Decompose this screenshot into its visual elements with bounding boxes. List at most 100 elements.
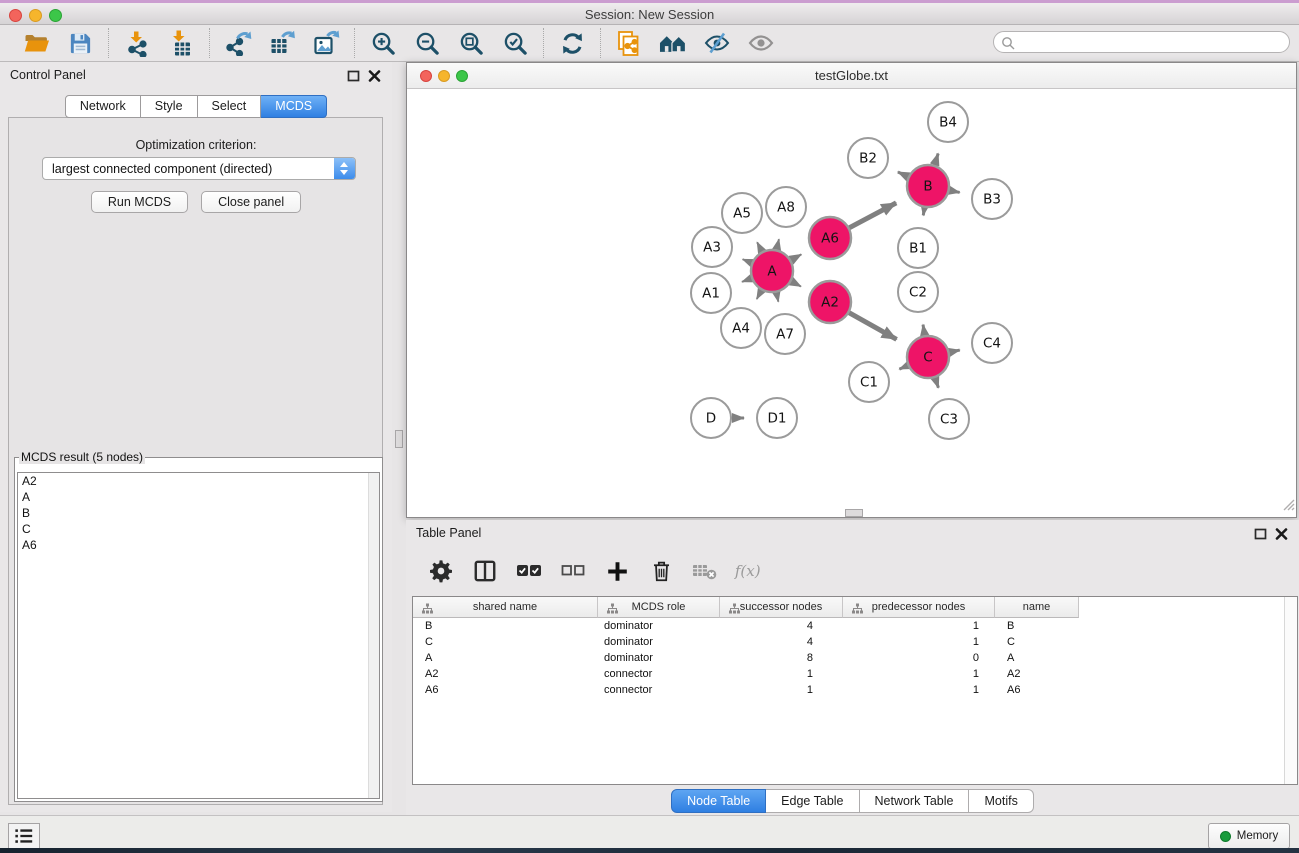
table-cell: C <box>995 634 1079 650</box>
mcds-result-item[interactable]: C <box>18 521 379 537</box>
zoom-fit-icon[interactable] <box>453 28 489 58</box>
node-B3[interactable]: B3 <box>972 179 1012 219</box>
mcds-result-item[interactable]: A <box>18 489 379 505</box>
node-A4[interactable]: A4 <box>721 308 761 348</box>
table-cell: 1 <box>843 682 995 698</box>
export-network-icon[interactable] <box>220 28 256 58</box>
run-mcds-button[interactable]: Run MCDS <box>91 191 188 213</box>
zoom-selected-icon[interactable] <box>497 28 533 58</box>
search-input[interactable] <box>1018 33 1281 53</box>
float-panel-icon[interactable] <box>347 69 360 81</box>
result-list-scrollbar[interactable] <box>368 473 379 798</box>
export-table-icon[interactable] <box>264 28 300 58</box>
edge-A6-B[interactable] <box>845 203 896 230</box>
node-A1[interactable]: A1 <box>691 273 731 313</box>
mcds-result-item[interactable]: A2 <box>18 473 379 489</box>
node-A5[interactable]: A5 <box>722 193 762 233</box>
edge-A2-C[interactable] <box>845 310 897 339</box>
node-B1[interactable]: B1 <box>898 228 938 268</box>
table-row[interactable]: A2connector11A2 <box>413 666 1297 682</box>
column-header-predecessor-nodes[interactable]: predecessor nodes <box>843 597 995 618</box>
tab-motifs[interactable]: Motifs <box>969 789 1033 813</box>
svg-text:A6: A6 <box>821 231 839 247</box>
table-scrollbar[interactable] <box>1284 597 1297 784</box>
node-A[interactable]: A <box>751 250 793 292</box>
mcds-result-item[interactable]: B <box>18 505 379 521</box>
tab-network-table[interactable]: Network Table <box>860 789 970 813</box>
mcds-result-item[interactable]: A6 <box>18 537 379 553</box>
window-resize-grip[interactable] <box>1279 495 1295 516</box>
settings-gear-icon[interactable] <box>426 556 456 586</box>
svg-text:D1: D1 <box>768 411 787 427</box>
node-C2[interactable]: C2 <box>898 272 938 312</box>
split-column-icon[interactable] <box>470 556 500 586</box>
tab-network[interactable]: Network <box>65 95 141 118</box>
delete-column-icon[interactable] <box>646 556 676 586</box>
column-header-label: MCDS role <box>598 601 719 613</box>
first-neighbors-icon[interactable] <box>655 28 691 58</box>
table-row[interactable]: Cdominator41C <box>413 634 1297 650</box>
memory-button[interactable]: Memory <box>1208 823 1290 849</box>
node-B4[interactable]: B4 <box>928 102 968 142</box>
node-D[interactable]: D <box>691 398 731 438</box>
column-header-label: shared name <box>413 601 597 613</box>
export-image-icon[interactable] <box>308 28 344 58</box>
node-C1[interactable]: C1 <box>849 362 889 402</box>
clear-checks-icon[interactable] <box>558 556 588 586</box>
tab-node-table[interactable]: Node Table <box>671 789 766 813</box>
node-C[interactable]: C <box>907 336 949 378</box>
vertical-divider-grip[interactable] <box>395 430 403 448</box>
zoom-in-icon[interactable] <box>365 28 401 58</box>
float-panel-icon[interactable] <box>1254 527 1267 539</box>
zoom-out-icon[interactable] <box>409 28 445 58</box>
delete-table-icon[interactable] <box>690 556 720 586</box>
fx-function-icon[interactable]: f(x) <box>734 556 764 586</box>
column-header-successor-nodes[interactable]: successor nodes <box>720 597 843 618</box>
column-header-name[interactable]: name <box>995 597 1079 618</box>
node-B2[interactable]: B2 <box>848 138 888 178</box>
table-row[interactable]: Bdominator41B <box>413 618 1297 634</box>
column-header-MCDS-role[interactable]: MCDS role <box>598 597 720 618</box>
close-panel-icon[interactable] <box>1275 527 1288 539</box>
tab-edge-table[interactable]: Edge Table <box>766 789 859 813</box>
hide-selected-icon[interactable] <box>699 28 735 58</box>
desktop-wallpaper-strip <box>0 848 1299 853</box>
node-A6[interactable]: A6 <box>809 217 851 259</box>
network-from-file-icon[interactable] <box>611 28 647 58</box>
import-table-icon[interactable] <box>163 28 199 58</box>
node-B[interactable]: B <box>907 165 949 207</box>
tab-style[interactable]: Style <box>141 95 198 118</box>
criterion-dropdown[interactable]: largest connected component (directed) <box>42 157 356 180</box>
open-folder-icon[interactable] <box>18 28 54 58</box>
node-A3[interactable]: A3 <box>692 227 732 267</box>
table-row[interactable]: Adominator80A <box>413 650 1297 666</box>
table-cell: A6 <box>995 682 1079 698</box>
save-icon[interactable] <box>62 28 98 58</box>
select-all-checks-icon[interactable] <box>514 556 544 586</box>
add-column-icon[interactable] <box>602 556 632 586</box>
close-panel-icon[interactable] <box>368 69 381 81</box>
node-C4[interactable]: C4 <box>972 323 1012 363</box>
column-header-shared-name[interactable]: shared name <box>413 597 598 618</box>
refresh-icon[interactable] <box>554 28 590 58</box>
horizontal-divider-grip[interactable] <box>845 509 863 517</box>
node-C3[interactable]: C3 <box>929 399 969 439</box>
svg-text:B1: B1 <box>909 241 927 257</box>
tab-select[interactable]: Select <box>198 95 262 118</box>
tab-mcds[interactable]: MCDS <box>261 95 327 118</box>
network-view-window: testGlobe.txt B4B2BB3B1A5A8A6A3AA1A2A4A7… <box>406 62 1297 518</box>
network-graph-canvas[interactable]: B4 B2 B B3 B1 A5A8 A6 A3 A A1 A2 A4A7 C2 C C4 C1 C3 D D1 <box>407 89 1296 517</box>
application-window: Session: New Session Control Panel Netwo… <box>0 0 1299 853</box>
table-row[interactable]: A6connector11A6 <box>413 682 1297 698</box>
node-D1[interactable]: D1 <box>757 398 797 438</box>
close-panel-button[interactable]: Close panel <box>201 191 301 213</box>
node-A2[interactable]: A2 <box>809 281 851 323</box>
search-box[interactable] <box>993 31 1290 53</box>
task-history-button[interactable] <box>8 823 40 849</box>
import-network-icon[interactable] <box>119 28 155 58</box>
node-A8[interactable]: A8 <box>766 187 806 227</box>
mcds-result-list[interactable]: A2ABCA6 <box>17 472 380 799</box>
node-A7[interactable]: A7 <box>765 314 805 354</box>
show-all-icon[interactable] <box>743 28 779 58</box>
control-panel-title: Control Panel <box>10 68 86 82</box>
